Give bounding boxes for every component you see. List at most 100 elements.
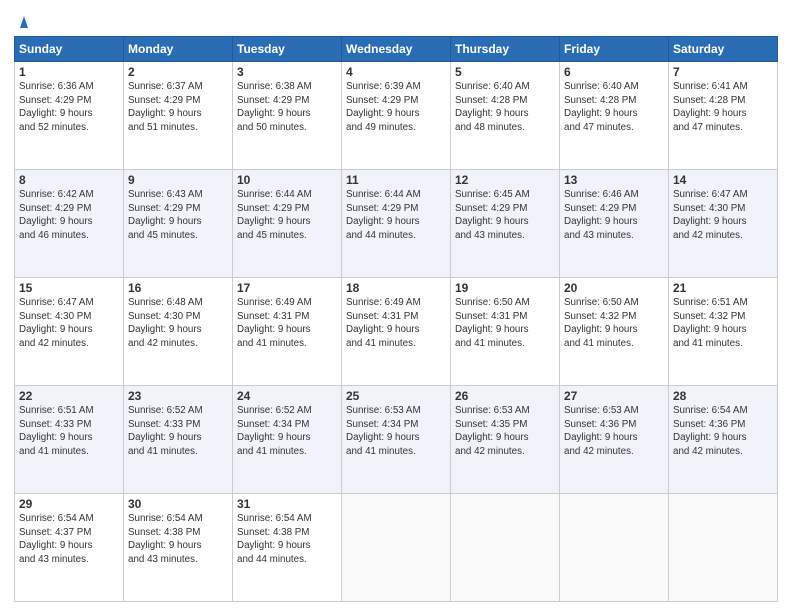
calendar-cell: 4Sunrise: 6:39 AM Sunset: 4:29 PM Daylig…: [342, 62, 451, 170]
day-number: 3: [237, 65, 337, 79]
calendar-cell: 26Sunrise: 6:53 AM Sunset: 4:35 PM Dayli…: [451, 386, 560, 494]
day-number: 9: [128, 173, 228, 187]
calendar-cell: 29Sunrise: 6:54 AM Sunset: 4:37 PM Dayli…: [15, 494, 124, 602]
day-detail: Sunrise: 6:40 AM Sunset: 4:28 PM Dayligh…: [564, 80, 664, 135]
day-number: 24: [237, 389, 337, 403]
calendar-week-1: 1Sunrise: 6:36 AM Sunset: 4:29 PM Daylig…: [15, 62, 778, 170]
calendar-cell: 6Sunrise: 6:40 AM Sunset: 4:28 PM Daylig…: [560, 62, 669, 170]
calendar-cell: 30Sunrise: 6:54 AM Sunset: 4:38 PM Dayli…: [124, 494, 233, 602]
day-number: 4: [346, 65, 446, 79]
day-number: 26: [455, 389, 555, 403]
calendar-cell: 17Sunrise: 6:49 AM Sunset: 4:31 PM Dayli…: [233, 278, 342, 386]
day-number: 27: [564, 389, 664, 403]
calendar-cell: 22Sunrise: 6:51 AM Sunset: 4:33 PM Dayli…: [15, 386, 124, 494]
day-header-friday: Friday: [560, 37, 669, 62]
day-detail: Sunrise: 6:53 AM Sunset: 4:35 PM Dayligh…: [455, 404, 555, 459]
calendar-cell: 19Sunrise: 6:50 AM Sunset: 4:31 PM Dayli…: [451, 278, 560, 386]
calendar-week-5: 29Sunrise: 6:54 AM Sunset: 4:37 PM Dayli…: [15, 494, 778, 602]
day-detail: Sunrise: 6:42 AM Sunset: 4:29 PM Dayligh…: [19, 188, 119, 243]
day-number: 16: [128, 281, 228, 295]
day-number: 23: [128, 389, 228, 403]
day-detail: Sunrise: 6:52 AM Sunset: 4:34 PM Dayligh…: [237, 404, 337, 459]
day-number: 13: [564, 173, 664, 187]
day-number: 14: [673, 173, 773, 187]
calendar-cell: 18Sunrise: 6:49 AM Sunset: 4:31 PM Dayli…: [342, 278, 451, 386]
calendar-cell: [342, 494, 451, 602]
calendar-cell: 9Sunrise: 6:43 AM Sunset: 4:29 PM Daylig…: [124, 170, 233, 278]
calendar-week-4: 22Sunrise: 6:51 AM Sunset: 4:33 PM Dayli…: [15, 386, 778, 494]
day-number: 12: [455, 173, 555, 187]
calendar-cell: 8Sunrise: 6:42 AM Sunset: 4:29 PM Daylig…: [15, 170, 124, 278]
day-detail: Sunrise: 6:40 AM Sunset: 4:28 PM Dayligh…: [455, 80, 555, 135]
day-number: 21: [673, 281, 773, 295]
day-detail: Sunrise: 6:54 AM Sunset: 4:38 PM Dayligh…: [128, 512, 228, 567]
calendar-cell: [669, 494, 778, 602]
day-detail: Sunrise: 6:54 AM Sunset: 4:38 PM Dayligh…: [237, 512, 337, 567]
day-number: 17: [237, 281, 337, 295]
day-number: 1: [19, 65, 119, 79]
day-detail: Sunrise: 6:51 AM Sunset: 4:33 PM Dayligh…: [19, 404, 119, 459]
day-detail: Sunrise: 6:49 AM Sunset: 4:31 PM Dayligh…: [237, 296, 337, 351]
day-number: 2: [128, 65, 228, 79]
day-detail: Sunrise: 6:37 AM Sunset: 4:29 PM Dayligh…: [128, 80, 228, 135]
day-number: 19: [455, 281, 555, 295]
logo: [14, 14, 33, 30]
logo-triangle-icon: [15, 12, 33, 30]
day-detail: Sunrise: 6:47 AM Sunset: 4:30 PM Dayligh…: [19, 296, 119, 351]
calendar-cell: 1Sunrise: 6:36 AM Sunset: 4:29 PM Daylig…: [15, 62, 124, 170]
calendar-cell: 16Sunrise: 6:48 AM Sunset: 4:30 PM Dayli…: [124, 278, 233, 386]
calendar-cell: 27Sunrise: 6:53 AM Sunset: 4:36 PM Dayli…: [560, 386, 669, 494]
day-number: 31: [237, 497, 337, 511]
day-number: 28: [673, 389, 773, 403]
day-detail: Sunrise: 6:43 AM Sunset: 4:29 PM Dayligh…: [128, 188, 228, 243]
calendar-cell: 3Sunrise: 6:38 AM Sunset: 4:29 PM Daylig…: [233, 62, 342, 170]
day-number: 18: [346, 281, 446, 295]
calendar-cell: 12Sunrise: 6:45 AM Sunset: 4:29 PM Dayli…: [451, 170, 560, 278]
day-header-saturday: Saturday: [669, 37, 778, 62]
calendar-cell: [560, 494, 669, 602]
day-detail: Sunrise: 6:51 AM Sunset: 4:32 PM Dayligh…: [673, 296, 773, 351]
day-detail: Sunrise: 6:36 AM Sunset: 4:29 PM Dayligh…: [19, 80, 119, 135]
day-detail: Sunrise: 6:44 AM Sunset: 4:29 PM Dayligh…: [346, 188, 446, 243]
day-detail: Sunrise: 6:50 AM Sunset: 4:31 PM Dayligh…: [455, 296, 555, 351]
day-number: 10: [237, 173, 337, 187]
day-number: 7: [673, 65, 773, 79]
day-detail: Sunrise: 6:49 AM Sunset: 4:31 PM Dayligh…: [346, 296, 446, 351]
day-number: 29: [19, 497, 119, 511]
day-detail: Sunrise: 6:54 AM Sunset: 4:36 PM Dayligh…: [673, 404, 773, 459]
day-detail: Sunrise: 6:50 AM Sunset: 4:32 PM Dayligh…: [564, 296, 664, 351]
day-detail: Sunrise: 6:54 AM Sunset: 4:37 PM Dayligh…: [19, 512, 119, 567]
calendar-cell: 2Sunrise: 6:37 AM Sunset: 4:29 PM Daylig…: [124, 62, 233, 170]
calendar-cell: 10Sunrise: 6:44 AM Sunset: 4:29 PM Dayli…: [233, 170, 342, 278]
day-header-tuesday: Tuesday: [233, 37, 342, 62]
day-number: 5: [455, 65, 555, 79]
header: [14, 10, 778, 30]
calendar-cell: 7Sunrise: 6:41 AM Sunset: 4:28 PM Daylig…: [669, 62, 778, 170]
day-detail: Sunrise: 6:38 AM Sunset: 4:29 PM Dayligh…: [237, 80, 337, 135]
day-number: 8: [19, 173, 119, 187]
calendar-table: SundayMondayTuesdayWednesdayThursdayFrid…: [14, 36, 778, 602]
day-header-monday: Monday: [124, 37, 233, 62]
day-detail: Sunrise: 6:41 AM Sunset: 4:28 PM Dayligh…: [673, 80, 773, 135]
day-number: 6: [564, 65, 664, 79]
day-number: 22: [19, 389, 119, 403]
calendar-cell: 15Sunrise: 6:47 AM Sunset: 4:30 PM Dayli…: [15, 278, 124, 386]
calendar-cell: 21Sunrise: 6:51 AM Sunset: 4:32 PM Dayli…: [669, 278, 778, 386]
day-detail: Sunrise: 6:53 AM Sunset: 4:34 PM Dayligh…: [346, 404, 446, 459]
calendar-cell: 31Sunrise: 6:54 AM Sunset: 4:38 PM Dayli…: [233, 494, 342, 602]
calendar-cell: 20Sunrise: 6:50 AM Sunset: 4:32 PM Dayli…: [560, 278, 669, 386]
day-detail: Sunrise: 6:47 AM Sunset: 4:30 PM Dayligh…: [673, 188, 773, 243]
day-number: 11: [346, 173, 446, 187]
day-header-thursday: Thursday: [451, 37, 560, 62]
day-number: 25: [346, 389, 446, 403]
calendar-cell: 14Sunrise: 6:47 AM Sunset: 4:30 PM Dayli…: [669, 170, 778, 278]
calendar-cell: 13Sunrise: 6:46 AM Sunset: 4:29 PM Dayli…: [560, 170, 669, 278]
calendar-cell: 25Sunrise: 6:53 AM Sunset: 4:34 PM Dayli…: [342, 386, 451, 494]
calendar-cell: 11Sunrise: 6:44 AM Sunset: 4:29 PM Dayli…: [342, 170, 451, 278]
day-detail: Sunrise: 6:53 AM Sunset: 4:36 PM Dayligh…: [564, 404, 664, 459]
calendar-cell: 28Sunrise: 6:54 AM Sunset: 4:36 PM Dayli…: [669, 386, 778, 494]
day-number: 20: [564, 281, 664, 295]
calendar-cell: 24Sunrise: 6:52 AM Sunset: 4:34 PM Dayli…: [233, 386, 342, 494]
page: SundayMondayTuesdayWednesdayThursdayFrid…: [0, 0, 792, 612]
day-detail: Sunrise: 6:48 AM Sunset: 4:30 PM Dayligh…: [128, 296, 228, 351]
